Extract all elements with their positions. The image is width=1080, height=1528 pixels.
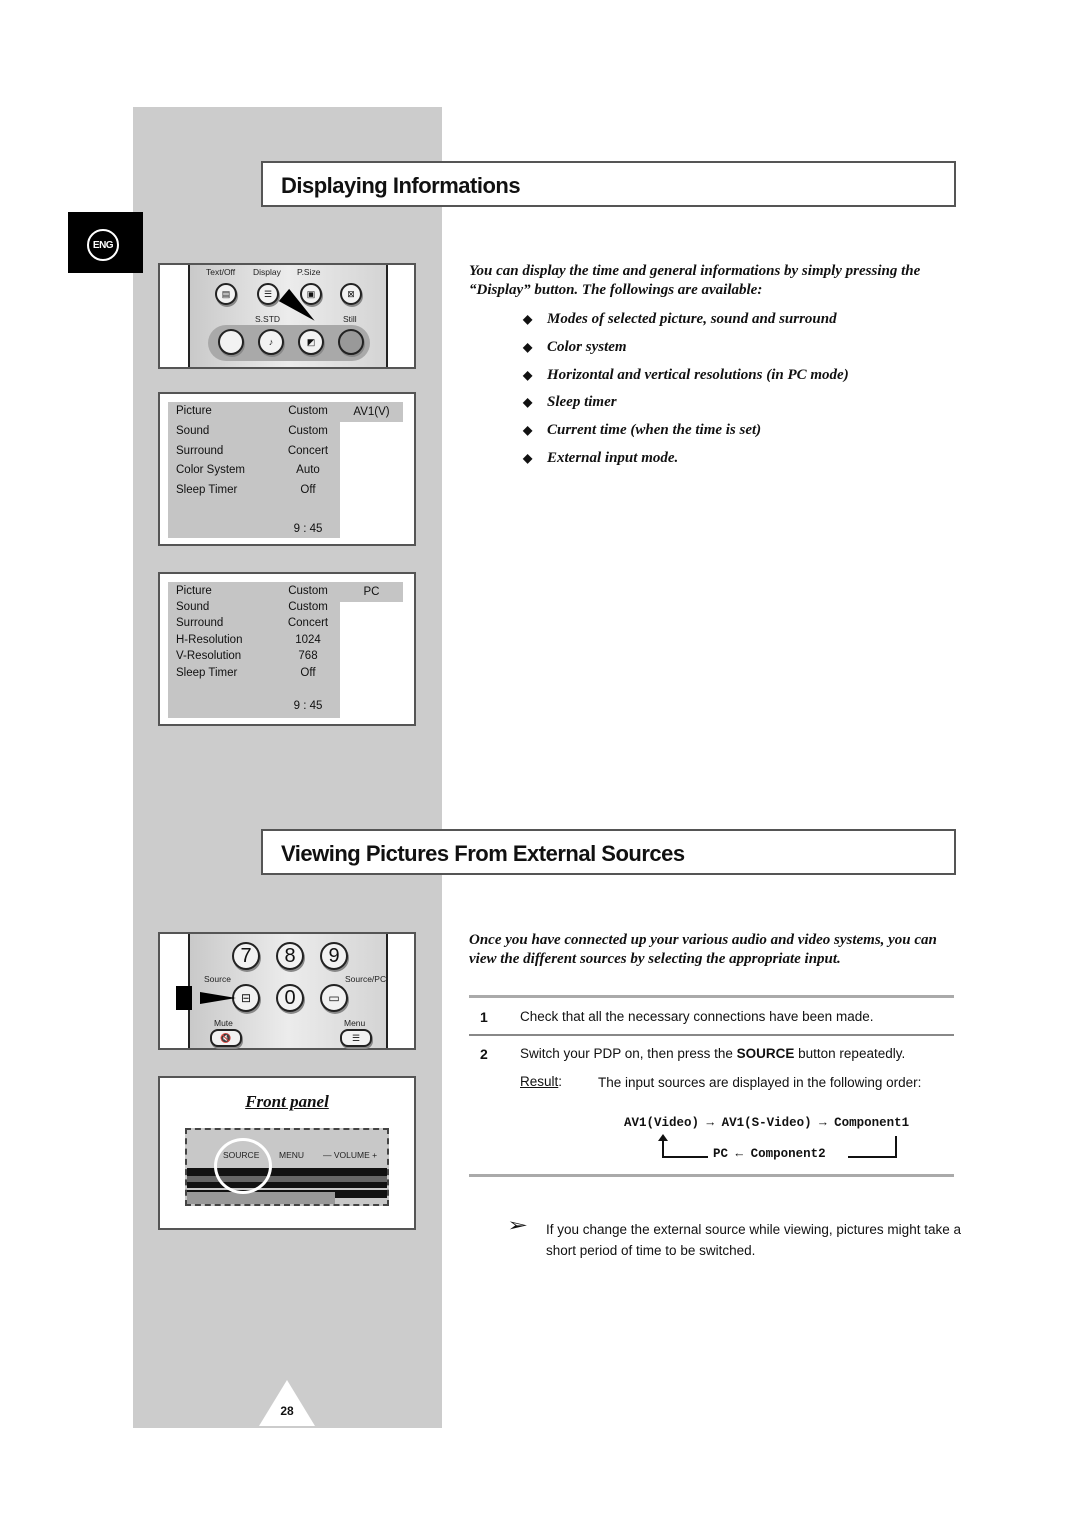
osd-row: Sleep Timer Off [176, 484, 316, 496]
step-text: Switch your PDP on, then press the SOURC… [520, 1046, 906, 1061]
source-label: Source [204, 974, 231, 984]
diamond-bullet-icon: ◆ [523, 312, 533, 326]
loop-line [895, 1136, 897, 1157]
section-title-box: Displaying Informations [261, 161, 956, 207]
arrow-right-icon: → [819, 1116, 827, 1130]
diamond-bullet-icon: ◆ [523, 340, 533, 354]
osd-row: Color System Auto [176, 464, 320, 476]
menu-icon: ☰ [340, 1029, 372, 1047]
section2-intro: Once you have connected up your various … [469, 932, 937, 967]
osd-row: Surround Concert [176, 617, 329, 629]
divider [469, 1174, 954, 1177]
source-icon: ⊟ [232, 984, 260, 1012]
source-pc: PC [713, 1147, 729, 1161]
list-item: ◆ External input mode. [523, 450, 679, 466]
front-panel-illustration: Front panel SOURCE MENU — VOLUME + [158, 1076, 416, 1230]
remote-body: Text/Off Display P.Size ▤ ☰ ▣ ⊠ S.STD St… [188, 265, 388, 367]
divider [469, 995, 954, 998]
text-off-label: Text/Off [206, 267, 236, 277]
source-pc-icon: ▭ [320, 984, 348, 1012]
pointer-arrow-icon [176, 986, 192, 1010]
display-label: Display [253, 267, 281, 277]
text-exit-icon: ⊠ [340, 283, 362, 305]
step-number: 2 [480, 1046, 488, 1062]
section1-intro: You can display the time and general inf… [469, 263, 921, 298]
source-pc-label: Source/PC [345, 974, 387, 984]
source-av1-video: AV1(Video) [624, 1116, 700, 1130]
list-item: ◆ Sleep timer [523, 394, 617, 410]
text-off-icon: ▤ [215, 283, 237, 305]
step-text: Check that all the necessary connections… [520, 1009, 874, 1024]
osd-av-box: Picture Custom Sound Custom Surround Concer… [168, 402, 340, 538]
source-component2: Component2 [750, 1147, 826, 1161]
remote-display-illustration: Text/Off Display P.Size ▤ ☰ ▣ ⊠ S.STD St… [158, 263, 416, 369]
divider [469, 1034, 954, 1036]
list-item: ◆ Color system [523, 339, 627, 355]
osd-row: Sound Custom [176, 425, 328, 437]
pointer-arrow-icon: ➢ [506, 1215, 529, 1235]
front-volume-label: — VOLUME + [323, 1150, 378, 1160]
loop-line [662, 1139, 664, 1157]
mute-icon: 🔇 [210, 1029, 242, 1047]
remote-source-illustration: 7 8 9 Source Source/PC ⊟ 0 ▭ Mute Menu 🔇… [158, 932, 416, 1050]
section-title-box: Viewing Pictures From External Sources [261, 829, 956, 875]
osd-row: V-Resolution 768 [176, 650, 318, 662]
loop-line [848, 1156, 897, 1158]
language-badge: ENG [87, 229, 119, 261]
list-item: ◆ Modes of selected picture, sound and su… [523, 311, 837, 327]
osd-row: Surround Concert [176, 445, 329, 457]
osd-row: Sleep Timer Off [176, 667, 316, 679]
result-text: The input sources are displayed in the f… [598, 1075, 922, 1090]
blank-button [218, 329, 244, 355]
osd-row: H-Resolution 1024 [176, 634, 321, 646]
display-icon: ☰ [257, 283, 279, 305]
diamond-bullet-icon: ◆ [523, 368, 533, 382]
diamond-bullet-icon: ◆ [523, 451, 533, 465]
result-label: Result: [520, 1074, 563, 1089]
menu-label: Menu [344, 1018, 366, 1028]
osd-time: 9 : 45 [293, 700, 323, 712]
osd-time: 9 : 45 [293, 523, 323, 535]
osd-av-panel: Picture Custom Sound Custom Surround Concer… [158, 392, 416, 546]
loop-line [662, 1156, 708, 1158]
diamond-bullet-icon: ◆ [523, 423, 533, 437]
osd-row: Sound Custom [176, 601, 328, 613]
list-item: ◆ Horizontal and vertical resolutions (in… [523, 367, 849, 383]
picture-mode-icon: ◩ [298, 329, 324, 355]
arrow-right-icon: → [706, 1116, 715, 1130]
arrow-left-icon: ← [735, 1147, 744, 1161]
highlight-circle [214, 1138, 272, 1194]
digit-0-button: 0 [276, 984, 304, 1012]
osd-source: AV1(V) [340, 402, 403, 422]
section-title: Viewing Pictures From External Sources [281, 841, 685, 866]
source-sequence-bottom: PC ← Component2 [713, 1147, 826, 1161]
note-text: If you change the external source while … [546, 1222, 961, 1258]
digit-9-button: 9 [320, 942, 348, 970]
source-component1: Component1 [834, 1116, 910, 1130]
section-title: Displaying Informations [281, 173, 521, 198]
osd-pc-box: Picture Custom Sound Custom Surround Concer… [168, 582, 340, 718]
psize-label: P.Size [297, 267, 321, 277]
step-number: 1 [480, 1009, 488, 1025]
osd-pc-panel: Picture Custom Sound Custom Surround Concer… [158, 572, 416, 726]
still-button [338, 329, 364, 355]
front-panel-caption: Front panel [245, 1092, 329, 1111]
list-item: ◆ Current time (when the time is set) [523, 422, 762, 438]
arrow-up-icon [658, 1134, 668, 1141]
osd-source: PC [340, 582, 403, 602]
remote-body: 7 8 9 Source Source/PC ⊟ 0 ▭ Mute Menu 🔇… [188, 934, 388, 1048]
pointer-arrow-head [200, 992, 236, 1004]
mute-label: Mute [214, 1018, 233, 1028]
diamond-bullet-icon: ◆ [523, 395, 533, 409]
source-sequence-top: AV1(Video) → AV1(S-Video) → Component1 [624, 1116, 909, 1130]
digit-7-button: 7 [232, 942, 260, 970]
sound-mode-icon: ♪ [258, 329, 284, 355]
front-menu-label: MENU [279, 1150, 305, 1160]
still-label: Still [343, 314, 357, 324]
digit-8-button: 8 [276, 942, 304, 970]
page-number: 28 [280, 1404, 294, 1418]
page-number-triangle [259, 1380, 315, 1426]
source-av1-svideo: AV1(S-Video) [721, 1116, 812, 1130]
sstd-label: S.STD [255, 314, 281, 324]
